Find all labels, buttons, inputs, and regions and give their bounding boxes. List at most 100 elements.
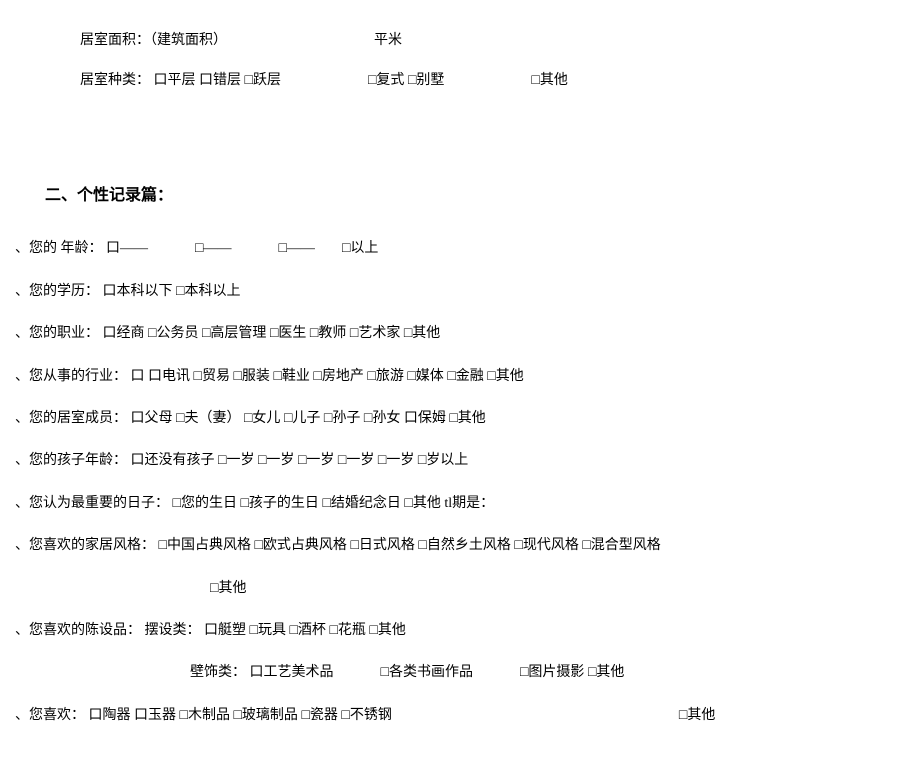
checkbox-ind2[interactable]: 口电讯 (148, 369, 190, 384)
checkbox-edu2[interactable]: □本科以上 (176, 284, 240, 299)
question-child-age: 、您的孩子年龄： 口还没有孩子 □一岁 □一岁 □一岁 □一岁 □一岁 □岁以上 (10, 450, 910, 472)
checkbox-hh7[interactable]: 口保姆 (404, 411, 446, 426)
q7-label: 、您认为最重要的日子： (15, 496, 169, 511)
checkbox-villa[interactable]: □别墅 (408, 73, 444, 88)
checkbox-flat[interactable]: 口平层 (154, 73, 196, 88)
checkbox-hs6[interactable]: □混合型风格 (582, 538, 660, 553)
checkbox-ind7[interactable]: □旅游 (367, 369, 403, 384)
q3-label: 、您的职业： (15, 326, 99, 341)
checkbox-ind1[interactable]: 口 (131, 369, 145, 384)
room-area-unit: 平米 (374, 33, 402, 48)
question-decoration-line2: 壁饰类： 口工艺美术品 □各类书画作品 □图片摄影 □其他 (10, 662, 910, 684)
checkbox-occ5[interactable]: □教师 (310, 326, 346, 341)
q4-label: 、您从事的行业： (15, 369, 127, 384)
checkbox-m7[interactable]: □其他 (679, 708, 715, 723)
checkbox-id2[interactable]: □孩子的生日 (240, 496, 318, 511)
q9-label: 、您喜欢的陈设品： (15, 623, 141, 638)
checkbox-hh8[interactable]: □其他 (449, 411, 485, 426)
checkbox-id4[interactable]: □其他 (404, 496, 440, 511)
q2-label: 、您的学历： (15, 284, 99, 299)
checkbox-occ4[interactable]: □医生 (270, 326, 306, 341)
checkbox-ca2[interactable]: □一岁 (218, 453, 254, 468)
checkbox-hh4[interactable]: □儿子 (284, 411, 320, 426)
checkbox-ca3[interactable]: □一岁 (258, 453, 294, 468)
checkbox-other[interactable]: □其他 (531, 73, 567, 88)
checkbox-occ7[interactable]: □其他 (404, 326, 440, 341)
q7-date-text: tl期是： (444, 496, 494, 511)
checkbox-hh5[interactable]: □孙子 (324, 411, 360, 426)
checkbox-d2o3[interactable]: □图片摄影 (520, 665, 584, 680)
checkbox-age3[interactable]: □—— (278, 241, 314, 256)
checkbox-hs4[interactable]: □自然乡土风格 (418, 538, 510, 553)
checkbox-ind10[interactable]: □其他 (487, 369, 523, 384)
checkbox-m6[interactable]: □不锈钢 (341, 708, 391, 723)
checkbox-d1o3[interactable]: □酒杯 (289, 623, 325, 638)
checkbox-occ6[interactable]: □艺术家 (350, 326, 400, 341)
checkbox-hh3[interactable]: □女儿 (244, 411, 280, 426)
checkbox-d2o1[interactable]: 口工艺美术品 (250, 665, 334, 680)
checkbox-ind3[interactable]: □贸易 (194, 369, 230, 384)
checkbox-occ3[interactable]: □高层管理 (202, 326, 266, 341)
checkbox-split[interactable]: 口错层 (199, 73, 241, 88)
q9-sub2-label: 壁饰类： (190, 665, 246, 680)
checkbox-ind8[interactable]: □媒体 (407, 369, 443, 384)
checkbox-hh1[interactable]: 口父母 (131, 411, 173, 426)
checkbox-m2[interactable]: 口玉器 (134, 708, 176, 723)
question-decoration: 、您喜欢的陈设品： 摆设类： 口艇塑 □玩具 □酒杯 □花瓶 □其他 (10, 620, 910, 642)
question-age: 、您的 年龄： 口—— □—— □—— □以上 (10, 238, 910, 260)
checkbox-ca4[interactable]: □一岁 (298, 453, 334, 468)
checkbox-hs7[interactable]: □其他 (210, 581, 246, 596)
question-home-style-line2: □其他 (10, 578, 910, 600)
checkbox-ind4[interactable]: □服装 (233, 369, 269, 384)
checkbox-ind6[interactable]: □房地产 (313, 369, 363, 384)
checkbox-occ2[interactable]: □公务员 (148, 326, 198, 341)
checkbox-ca1[interactable]: 口还没有孩子 (131, 453, 215, 468)
question-industry: 、您从事的行业： 口 口电讯 □贸易 □服装 □鞋业 □房地产 □旅游 □媒体 … (10, 366, 910, 388)
q10-label: 、您喜欢： (15, 708, 85, 723)
q9-sub1-label: 摆设类： (145, 623, 201, 638)
checkbox-d2o4[interactable]: □其他 (588, 665, 624, 680)
checkbox-duplex[interactable]: □复式 (368, 73, 404, 88)
checkbox-hs3[interactable]: □日式风格 (350, 538, 414, 553)
checkbox-hs5[interactable]: □现代风格 (514, 538, 578, 553)
section-2-title: 二、个性记录篇： (10, 183, 910, 209)
room-type-row: 居室种类： 口平层 口错层 □跃层 □复式 □别墅 □其他 (10, 70, 910, 92)
checkbox-skip[interactable]: □跃层 (245, 73, 281, 88)
checkbox-d1o1[interactable]: 口艇塑 (204, 623, 246, 638)
checkbox-m4[interactable]: □玻璃制品 (233, 708, 297, 723)
checkbox-d2o2[interactable]: □各类书画作品 (381, 665, 473, 680)
checkbox-d1o4[interactable]: □花瓶 (329, 623, 365, 638)
question-household: 、您的居室成员： 口父母 □夫（妻） □女儿 □儿子 □孙子 □孙女 口保姆 □… (10, 408, 910, 430)
checkbox-m5[interactable]: □瓷器 (301, 708, 337, 723)
checkbox-ca5[interactable]: □一岁 (338, 453, 374, 468)
room-type-label: 居室种类： (80, 73, 150, 88)
checkbox-m3[interactable]: □木制品 (180, 708, 230, 723)
checkbox-ca7[interactable]: □岁以上 (418, 453, 468, 468)
room-area-row: 居室面积：（建筑面积） 平米 (10, 30, 910, 52)
checkbox-ind9[interactable]: □金融 (447, 369, 483, 384)
question-material: 、您喜欢： 口陶器 口玉器 □木制品 □玻璃制品 □瓷器 □不锈钢 □其他 (10, 705, 910, 727)
checkbox-d1o5[interactable]: □其他 (369, 623, 405, 638)
checkbox-age4[interactable]: □以上 (342, 241, 378, 256)
q1-label: 、您的 年龄： (15, 241, 103, 256)
checkbox-hs1[interactable]: □中国占典风格 (159, 538, 251, 553)
checkbox-id3[interactable]: □结婚纪念日 (322, 496, 400, 511)
question-education: 、您的学历： 口本科以下 □本科以上 (10, 281, 910, 303)
checkbox-ind5[interactable]: □鞋业 (273, 369, 309, 384)
checkbox-occ1[interactable]: 口经商 (103, 326, 145, 341)
checkbox-hs2[interactable]: □欧式占典风格 (254, 538, 346, 553)
question-home-style: 、您喜欢的家居风格： □中国占典风格 □欧式占典风格 □日式风格 □自然乡土风格… (10, 535, 910, 557)
checkbox-edu1[interactable]: 口本科以下 (103, 284, 173, 299)
checkbox-age2[interactable]: □—— (195, 241, 231, 256)
question-important-day: 、您认为最重要的日子： □您的生日 □孩子的生日 □结婚纪念日 □其他 tl期是… (10, 493, 910, 515)
checkbox-ca6[interactable]: □一岁 (378, 453, 414, 468)
checkbox-id1[interactable]: □您的生日 (173, 496, 237, 511)
checkbox-m1[interactable]: 口陶器 (89, 708, 131, 723)
checkbox-hh6[interactable]: □孙女 (364, 411, 400, 426)
question-occupation: 、您的职业： 口经商 □公务员 □高层管理 □医生 □教师 □艺术家 □其他 (10, 323, 910, 345)
checkbox-hh2[interactable]: □夫（妻） (176, 411, 240, 426)
q6-label: 、您的孩子年龄： (15, 453, 127, 468)
checkbox-age1[interactable]: 口—— (106, 241, 148, 256)
checkbox-d1o2[interactable]: □玩具 (250, 623, 286, 638)
q8-label: 、您喜欢的家居风格： (15, 538, 155, 553)
